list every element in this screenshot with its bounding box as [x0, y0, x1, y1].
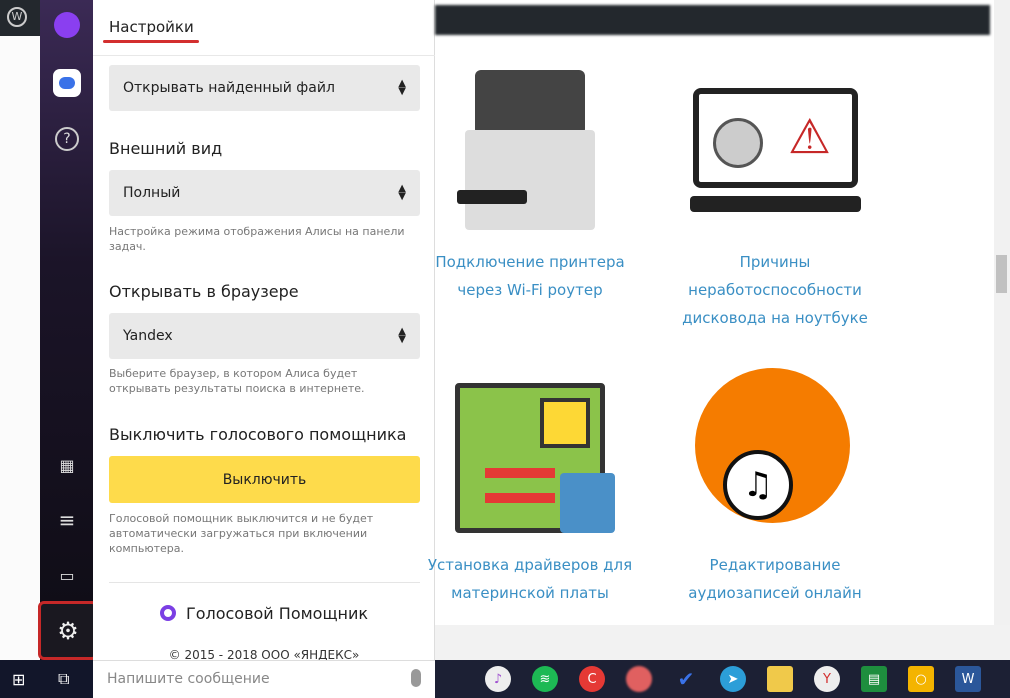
article-link[interactable]: Редактирование аудиозаписей онлайн [665, 551, 885, 607]
article-link[interactable]: Подключение принтера через Wi-Fi роутер [420, 248, 640, 304]
page-bottom [435, 625, 1010, 660]
list-icon[interactable]: ≡ [52, 505, 82, 535]
appearance-select[interactable]: Полный ▲ ▼ [109, 170, 420, 216]
microphone-icon[interactable] [411, 669, 421, 687]
settings-gear-icon[interactable]: ⚙ [38, 601, 98, 660]
yandex-browser-icon[interactable]: Y [814, 666, 840, 692]
chat-icon[interactable] [52, 68, 82, 98]
disable-label: Выключить голосового помощника [109, 425, 407, 444]
settings-panel: Настройки Открывать найденный файл ▲ ▼ Вне… [93, 0, 435, 662]
folder-icon[interactable]: ▭ [52, 560, 82, 590]
appearance-hint: Настройка режима отображения Алисы на па… [109, 225, 405, 253]
spotify-icon[interactable]: ≋ [532, 666, 558, 692]
message-placeholder: Напишите сообщение [107, 671, 270, 687]
tiles-icon[interactable]: ▦ [52, 450, 82, 480]
open-file-select[interactable]: Открывать найденный файл ▲ ▼ [109, 65, 420, 111]
select-arrows-icon: ▲ ▼ [398, 183, 406, 202]
app-icon[interactable] [626, 666, 652, 692]
tasks-icon[interactable]: ✔ [673, 666, 699, 692]
browser-select[interactable]: Yandex ▲ ▼ [109, 313, 420, 359]
appearance-label: Внешний вид [109, 139, 223, 158]
file-explorer-icon[interactable] [767, 666, 793, 692]
article-link[interactable]: Причины неработоспособности дисковода на… [665, 248, 885, 332]
sheets-icon[interactable]: ▤ [861, 666, 887, 692]
article-link[interactable]: Установка драйверов для материнской плат… [420, 551, 640, 607]
alice-sidebar: ? ▦ ≡ ▭ [40, 0, 93, 660]
browser-label: Открывать в браузере [109, 282, 299, 301]
task-view-icon[interactable]: ⧉ [58, 669, 69, 689]
alice-icon[interactable] [52, 10, 82, 40]
select-arrows-icon: ▲ ▼ [398, 78, 406, 97]
page-title: Настройки [109, 18, 194, 36]
wordpress-admin-bar: W [0, 0, 40, 36]
scrollbar-thumb[interactable] [996, 255, 1007, 293]
laptop-warning-image[interactable]: ⚠ [690, 88, 861, 213]
site-admin-bar [435, 5, 990, 35]
itunes-icon[interactable]: ♪ [485, 666, 511, 692]
disable-hint: Голосовой помощник выключится и не будет… [109, 512, 374, 555]
browser-hint: Выберите браузер, в котором Алиса будет … [109, 367, 365, 395]
telegram-icon[interactable]: ➤ [720, 666, 746, 692]
background-page [0, 36, 40, 660]
word-icon[interactable]: W [955, 666, 981, 692]
pocketcasts-icon[interactable]: C [579, 666, 605, 692]
select-value: Yandex [123, 328, 173, 344]
divider [109, 582, 420, 583]
title-underline [103, 40, 199, 43]
message-input[interactable]: Напишите сообщение [93, 660, 435, 698]
divider [93, 55, 435, 56]
wordpress-icon[interactable]: W [7, 7, 27, 27]
printer-image[interactable] [457, 70, 595, 230]
scrollbar[interactable] [994, 0, 1010, 625]
select-value: Открывать найденный файл [123, 80, 335, 96]
taskbar-left: ⊞ ⧉ [0, 660, 93, 698]
motherboard-image[interactable] [455, 378, 615, 538]
alice-logo-icon [159, 605, 176, 621]
taskbar: ♪ ≋ C ✔ ➤ Y ▤ ○ W [435, 660, 1010, 698]
keep-icon[interactable]: ○ [908, 666, 934, 692]
audio-globe-image[interactable]: ♫ [695, 368, 855, 528]
brand: Голосовой Помощник [93, 604, 435, 623]
windows-start-icon[interactable]: ⊞ [12, 670, 25, 689]
help-icon[interactable]: ? [52, 124, 82, 154]
brand-text: Голосовой Помощник [185, 604, 369, 623]
disable-button[interactable]: Выключить [109, 456, 420, 503]
select-value: Полный [123, 185, 181, 201]
select-arrows-icon: ▲ ▼ [398, 326, 406, 345]
